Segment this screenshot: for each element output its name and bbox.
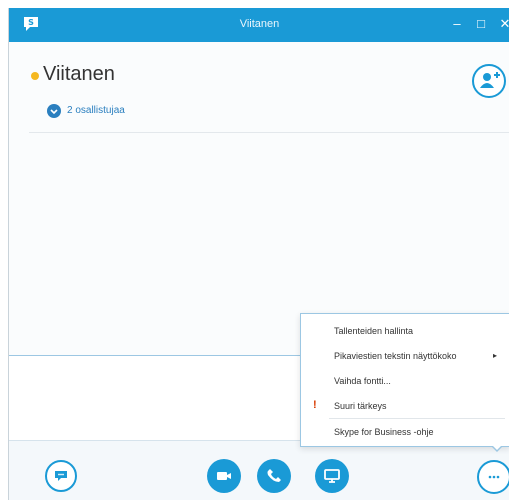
call-button[interactable] xyxy=(257,459,291,493)
im-button[interactable] xyxy=(45,460,77,492)
menu-item-label: Tallenteiden hallinta xyxy=(334,326,414,336)
video-button[interactable] xyxy=(207,459,241,493)
presence-indicator xyxy=(31,72,39,80)
menu-item-high-importance[interactable]: ! Suuri tärkeys xyxy=(301,394,509,418)
menu-item-help[interactable]: Skype for Business -ohje xyxy=(301,420,509,444)
menu-item-recording-manager[interactable]: Tallenteiden hallinta xyxy=(301,319,509,343)
menu-separator xyxy=(329,418,505,419)
window-title: Viitanen xyxy=(239,18,280,30)
chevron-down-icon xyxy=(47,104,61,118)
submenu-arrow-icon: ▸ xyxy=(493,351,498,360)
menu-item-label: Skype for Business -ohje xyxy=(334,427,434,437)
conversation-title: Viitanen xyxy=(43,63,115,85)
add-person-icon xyxy=(480,72,500,88)
phone-icon xyxy=(267,469,281,482)
conversation-window: S Viitanen – □ ✕ Viitanen 2 osallistujaa xyxy=(8,8,509,500)
add-participant-button[interactable] xyxy=(472,64,506,98)
monitor-icon xyxy=(324,469,340,483)
more-options-button[interactable] xyxy=(477,460,509,494)
video-camera-icon xyxy=(217,472,231,480)
menu-item-label: Vaihda fontti... xyxy=(334,376,391,386)
minimize-button[interactable]: – xyxy=(446,12,468,36)
menu-item-change-font[interactable]: Vaihda fontti... xyxy=(301,369,509,393)
close-button[interactable]: ✕ xyxy=(494,12,509,36)
maximize-button[interactable]: □ xyxy=(470,12,492,36)
chat-bubble-icon xyxy=(55,471,67,481)
menu-item-im-text-size[interactable]: Pikaviestien tekstin näyttökoko ▸ xyxy=(301,344,509,368)
menu-pointer-fill xyxy=(492,445,502,450)
present-button[interactable] xyxy=(315,459,349,493)
title-bar[interactable]: S Viitanen – □ ✕ xyxy=(9,8,509,42)
more-options-icon xyxy=(488,475,500,479)
menu-item-label: Pikaviestien tekstin näyttökoko xyxy=(334,351,457,361)
menu-item-label: Suuri tärkeys xyxy=(334,401,387,411)
participants-count: 2 osallistujaa xyxy=(67,105,125,116)
high-importance-icon: ! xyxy=(313,399,317,411)
more-options-menu: Tallenteiden hallinta Pikaviestien tekst… xyxy=(300,313,509,447)
